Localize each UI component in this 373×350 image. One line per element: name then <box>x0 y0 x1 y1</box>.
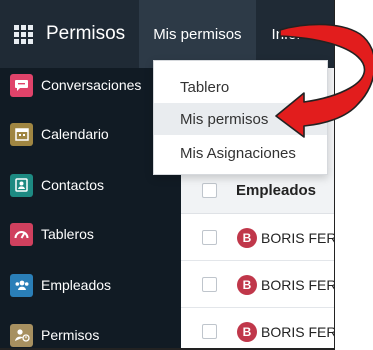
avatar: B <box>237 227 257 248</box>
dashboard-icon <box>10 222 33 246</box>
sidebar-item-tableros[interactable]: Tableros <box>10 221 181 247</box>
avatar: B <box>237 274 257 295</box>
select-all-checkbox[interactable] <box>202 183 217 198</box>
apps-menu-button[interactable] <box>0 0 46 68</box>
table-row[interactable]: B BORIS FER <box>181 309 335 348</box>
table-row[interactable]: B BORIS FER <box>181 262 335 308</box>
dropdown-item-tablero[interactable]: Tablero <box>154 71 327 103</box>
row-checkbox[interactable] <box>202 277 217 292</box>
employee-name: BORIS FER <box>261 323 335 340</box>
employee-name: BORIS FER <box>261 276 335 293</box>
dropdown-item-mis-permisos[interactable]: Mis permisos <box>154 103 327 135</box>
avatar: B <box>237 321 257 342</box>
sidebar-item-label: Permisos <box>41 327 100 343</box>
sidebar-item-label: Calendario <box>41 126 109 142</box>
table-row[interactable]: B BORIS FER <box>181 215 335 261</box>
chat-icon <box>10 73 33 97</box>
contacts-icon <box>10 173 33 197</box>
row-checkbox[interactable] <box>202 324 217 339</box>
sidebar-item-contactos[interactable]: Contactos <box>10 172 181 198</box>
sidebar-item-label: Contactos <box>41 177 105 193</box>
sidebar-item-label: Tableros <box>41 226 94 242</box>
time-off-icon <box>10 323 33 347</box>
dropdown-menu: Tablero Mis permisos Mis Asignaciones <box>153 60 328 175</box>
calendar-icon <box>10 122 33 146</box>
employee-name: BORIS FER <box>261 229 335 246</box>
app-window: Permisos Mis permisos Infor Conversacion… <box>0 0 335 350</box>
app-title[interactable]: Permisos <box>46 23 125 45</box>
row-checkbox[interactable] <box>202 230 217 245</box>
dropdown-item-mis-asignaciones[interactable]: Mis Asignaciones <box>154 137 327 169</box>
sidebar-item-label: Conversaciones <box>41 77 142 93</box>
column-header-empleados[interactable]: Empleados <box>236 182 316 199</box>
sidebar-item-permisos[interactable]: Permisos <box>10 322 181 348</box>
top-navbar: Permisos Mis permisos Infor <box>0 0 334 68</box>
sidebar-item-empleados[interactable]: Empleados <box>10 272 181 298</box>
employees-icon <box>10 273 33 297</box>
menu-mis-permisos[interactable]: Mis permisos <box>139 0 256 68</box>
apps-grid-icon <box>13 24 33 44</box>
sidebar-item-label: Empleados <box>41 277 112 293</box>
menu-informes[interactable]: Infor <box>256 26 302 43</box>
